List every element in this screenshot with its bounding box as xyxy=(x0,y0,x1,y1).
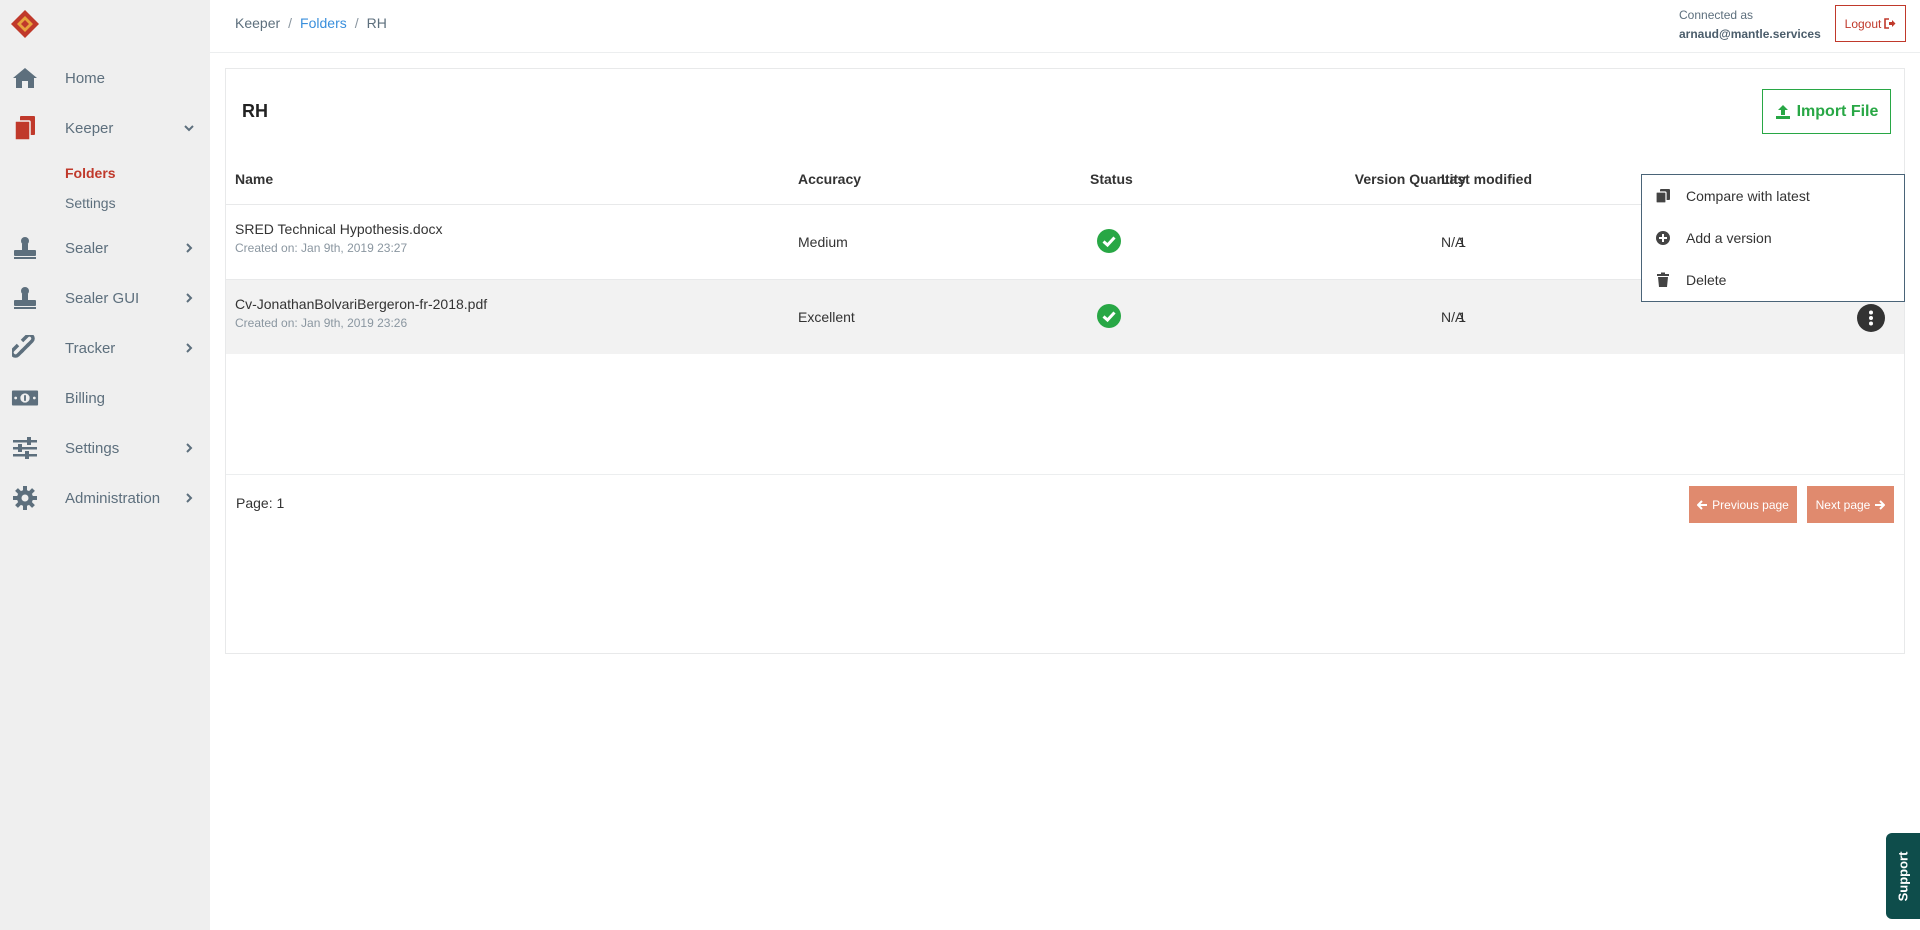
connected-label: Connected as xyxy=(1679,8,1754,22)
sliders-icon xyxy=(11,434,39,462)
file-created-date: Created on: Jan 9th, 2019 23:26 xyxy=(235,316,408,330)
menu-item-label: Compare with latest xyxy=(1686,188,1810,204)
sidebar-item-label: Sealer GUI xyxy=(65,289,140,307)
check-circle-icon xyxy=(1097,304,1121,328)
import-file-label: Import File xyxy=(1796,102,1879,120)
file-name[interactable]: Cv-JonathanBolvariBergeron-fr-2018.pdf xyxy=(235,296,487,312)
menu-item-compare-with-latest[interactable]: Compare with latest xyxy=(1642,176,1904,216)
trash-icon xyxy=(1655,272,1671,288)
chevron-right-icon xyxy=(183,242,195,254)
file-last-modified: N/A xyxy=(1441,309,1465,325)
next-page-button[interactable]: Next page xyxy=(1807,486,1894,523)
sidebar-subitem-settings[interactable]: Settings xyxy=(65,195,116,211)
upload-icon xyxy=(1775,104,1791,120)
column-header-status[interactable]: Status xyxy=(1090,171,1133,187)
menu-item-label: Add a version xyxy=(1686,230,1772,246)
sidebar-item-home[interactable]: Home xyxy=(0,53,210,103)
sidebar-item-label: Tracker xyxy=(65,339,116,357)
sidebar-item-sealer[interactable]: Sealer xyxy=(0,223,210,273)
chevron-right-icon xyxy=(183,342,195,354)
file-last-modified: N/A xyxy=(1441,234,1465,250)
chevron-right-icon xyxy=(183,492,195,504)
logout-button[interactable]: Logout xyxy=(1835,5,1906,42)
file-created-date: Created on: Jan 9th, 2019 23:27 xyxy=(235,241,408,255)
import-file-button[interactable]: Import File xyxy=(1762,89,1891,134)
chevron-right-icon xyxy=(183,292,195,304)
home-icon xyxy=(11,64,39,92)
stamp-icon xyxy=(11,284,39,312)
support-label: Support xyxy=(1895,851,1911,901)
previous-page-button[interactable]: Previous page xyxy=(1689,486,1797,523)
sidebar-item-label: Home xyxy=(65,69,106,87)
sidebar-item-label: Settings xyxy=(65,439,120,457)
stamp-icon xyxy=(11,234,39,262)
money-bill-icon xyxy=(11,384,39,412)
next-page-label: Next page xyxy=(1815,497,1871,512)
sidebar: Home Keeper Folders Settings Sealer Seal… xyxy=(0,0,210,930)
app-logo[interactable] xyxy=(10,9,40,39)
breadcrumb-separator: / xyxy=(288,15,293,31)
breadcrumb-keeper[interactable]: Keeper xyxy=(235,15,280,31)
ellipsis-vertical-icon xyxy=(1868,310,1874,326)
sidebar-item-label: Sealer xyxy=(65,239,109,257)
column-header-name[interactable]: Name xyxy=(235,171,273,187)
copy-icon xyxy=(1655,188,1671,204)
documents-icon xyxy=(11,114,39,142)
breadcrumb-separator: / xyxy=(354,15,359,31)
connected-user: Connected as arnaud@mantle.services xyxy=(1679,6,1821,44)
sidebar-item-tracker[interactable]: Tracker xyxy=(0,323,210,373)
sidebar-item-label: Billing xyxy=(65,389,106,407)
check-circle-icon xyxy=(1097,229,1121,253)
user-email: arnaud@mantle.services xyxy=(1679,27,1821,41)
breadcrumb-folders[interactable]: Folders xyxy=(300,15,347,31)
menu-item-add-a-version[interactable]: Add a version xyxy=(1642,218,1904,258)
file-accuracy: Medium xyxy=(798,234,848,250)
arrow-left-icon xyxy=(1697,499,1708,510)
plus-circle-icon xyxy=(1655,230,1671,246)
logout-label: Logout xyxy=(1844,16,1882,31)
link-icon xyxy=(11,334,39,362)
column-header-last-modified[interactable]: Last modified xyxy=(1441,171,1532,187)
support-tab[interactable]: Support xyxy=(1886,833,1920,919)
folder-title: RH xyxy=(242,101,268,121)
sidebar-item-label: Keeper xyxy=(65,119,114,137)
pagination-divider xyxy=(226,474,1904,475)
sidebar-item-label: Administration xyxy=(65,489,161,507)
sidebar-item-administration[interactable]: Administration xyxy=(0,473,210,523)
sidebar-subitem-folders[interactable]: Folders xyxy=(65,165,116,181)
breadcrumb-current: RH xyxy=(366,15,387,31)
previous-page-label: Previous page xyxy=(1712,497,1789,512)
sidebar-item-sealer-gui[interactable]: Sealer GUI xyxy=(0,273,210,323)
breadcrumb: Keeper / Folders / RH xyxy=(235,15,387,31)
sidebar-item-keeper[interactable]: Keeper xyxy=(0,103,210,153)
chevron-down-icon xyxy=(183,122,195,134)
gear-icon xyxy=(11,484,39,512)
sign-out-icon xyxy=(1884,18,1896,29)
sidebar-item-settings[interactable]: Settings xyxy=(0,423,210,473)
column-header-accuracy[interactable]: Accuracy xyxy=(798,171,861,187)
top-header: Keeper / Folders / RH Connected as arnau… xyxy=(210,0,1920,53)
menu-item-delete[interactable]: Delete xyxy=(1642,260,1904,300)
menu-item-label: Delete xyxy=(1686,272,1727,288)
file-name[interactable]: SRED Technical Hypothesis.docx xyxy=(235,221,443,237)
arrow-right-icon xyxy=(1874,499,1886,510)
row-actions-menu: Compare with latest Add a version Delete xyxy=(1641,174,1905,302)
page-indicator: Page: 1 xyxy=(236,495,285,511)
row-actions-button[interactable] xyxy=(1857,304,1885,332)
folder-card: RH Import File Name Accuracy Status Vers… xyxy=(225,68,1905,654)
file-accuracy: Excellent xyxy=(798,309,855,325)
sidebar-item-billing[interactable]: Billing xyxy=(0,373,210,423)
chevron-right-icon xyxy=(183,442,195,454)
